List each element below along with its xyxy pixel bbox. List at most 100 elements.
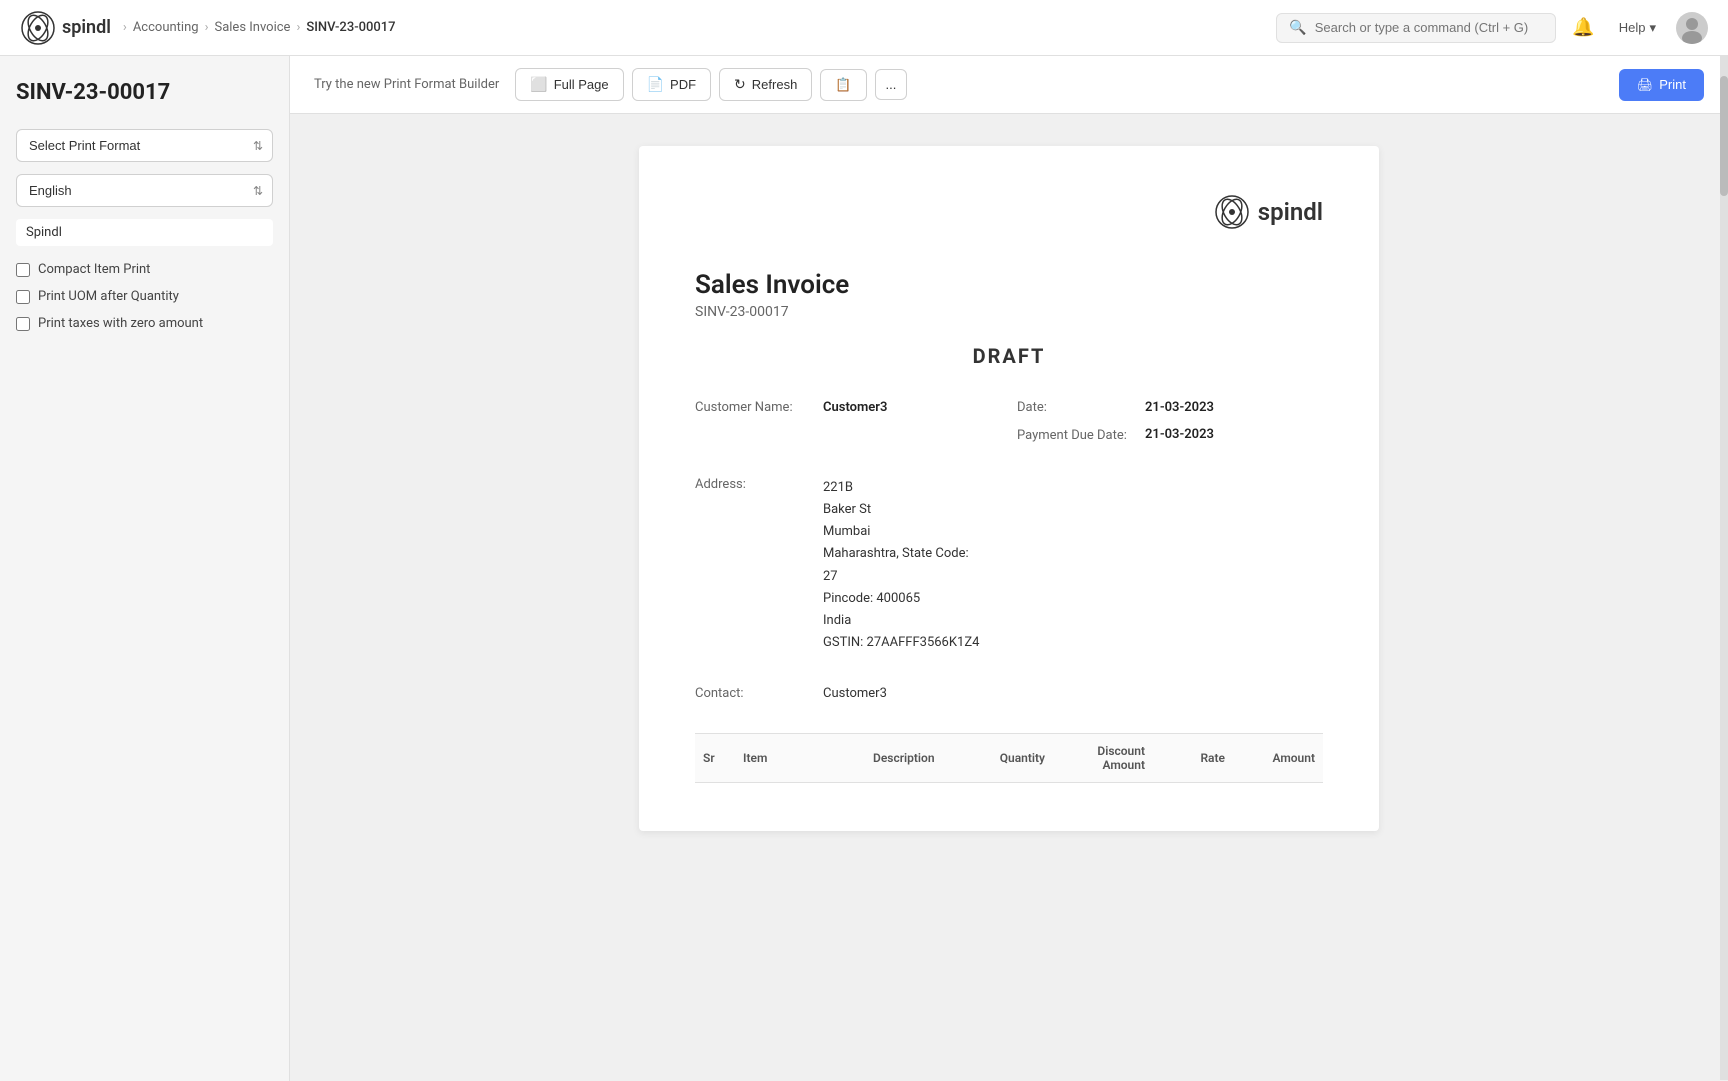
- print-button[interactable]: 🖨 Print: [1619, 69, 1704, 101]
- document-icon: 📋: [835, 77, 851, 93]
- print-uom-input[interactable]: [16, 290, 30, 304]
- breadcrumb-current: SINV-23-00017: [306, 20, 395, 35]
- checkbox-group: Compact Item Print Print UOM after Quant…: [16, 262, 273, 331]
- language-select[interactable]: English: [16, 174, 273, 207]
- invoice-paper: spindl Sales Invoice SINV-23-00017 DRAFT…: [639, 146, 1379, 831]
- address-line: GSTIN: 27AAFFF3566K1Z4: [823, 632, 979, 654]
- logo-text: spindl: [62, 17, 111, 38]
- breadcrumb-sep-2: ›: [296, 20, 300, 35]
- refresh-icon: ↻: [734, 76, 746, 93]
- customer-name-label: Customer Name:: [695, 400, 815, 415]
- contact-value: Customer3: [823, 686, 887, 701]
- compact-item-print-input[interactable]: [16, 263, 30, 277]
- company-logo-text: spindl: [1258, 198, 1323, 226]
- help-chevron-icon: ▾: [1649, 20, 1656, 36]
- breadcrumb-accounting[interactable]: Accounting: [133, 20, 199, 35]
- full-page-icon: ⬜: [530, 76, 547, 93]
- customer-name-row: Customer Name: Customer3: [695, 400, 1001, 445]
- invoice-info-grid: Customer Name: Customer3 Date: 21-03-202…: [695, 400, 1323, 445]
- compact-item-print-checkbox[interactable]: Compact Item Print: [16, 262, 273, 277]
- content-area: Try the new Print Format Builder ⬜ Full …: [290, 56, 1728, 1081]
- top-navigation: spindl › Accounting › Sales Invoice › SI…: [0, 0, 1728, 56]
- address-line: Mumbai: [823, 521, 979, 543]
- address-line: India: [823, 610, 979, 632]
- address-line: 221B: [823, 477, 979, 499]
- print-taxes-input[interactable]: [16, 317, 30, 331]
- pdf-label: PDF: [670, 77, 696, 92]
- main-layout: SINV-23-00017 Select Print Format ⇅ Engl…: [0, 56, 1728, 1081]
- search-input[interactable]: [1315, 20, 1544, 35]
- customer-name-info: Customer Name: Customer3: [695, 400, 1001, 415]
- refresh-button[interactable]: ↻ Refresh: [719, 68, 812, 101]
- contact-label: Contact:: [695, 686, 815, 701]
- more-options-button[interactable]: ...: [875, 69, 908, 100]
- pdf-icon: 📄: [647, 76, 664, 93]
- address-line: Baker St: [823, 499, 979, 521]
- avatar-icon: [1676, 12, 1708, 44]
- document-button[interactable]: 📋: [820, 69, 866, 101]
- col-header-discount: Discount Amount: [1053, 733, 1153, 782]
- breadcrumb-sep-left: ›: [123, 20, 127, 35]
- address-line: Pincode: 400065: [823, 588, 979, 610]
- col-header-description: Description: [865, 733, 973, 782]
- print-format-select[interactable]: Select Print Format: [16, 129, 273, 162]
- payment-due-row: Payment Due Date: 21-03-2023: [1017, 427, 1323, 445]
- address-value: 221BBaker StMumbaiMaharashtra, State Cod…: [823, 477, 979, 654]
- invoice-title: Sales Invoice: [695, 270, 1323, 300]
- print-taxes-checkbox[interactable]: Print taxes with zero amount: [16, 316, 273, 331]
- search-bar[interactable]: 🔍: [1276, 13, 1556, 43]
- spindl-logo-icon: [20, 10, 56, 46]
- compact-item-print-label: Compact Item Print: [38, 262, 150, 277]
- more-options-label: ...: [886, 77, 897, 92]
- customer-name-value: Customer3: [823, 400, 887, 415]
- col-header-amount: Amount: [1233, 733, 1323, 782]
- help-button[interactable]: Help ▾: [1611, 16, 1664, 40]
- payment-due-label: Payment Due Date:: [1017, 427, 1137, 445]
- invoice-id: SINV-23-00017: [695, 304, 1323, 320]
- draft-watermark: DRAFT: [695, 344, 1323, 368]
- company-label: Spindl: [16, 219, 273, 246]
- toolbar: Try the new Print Format Builder ⬜ Full …: [290, 56, 1728, 114]
- breadcrumb: › Accounting › Sales Invoice › SINV-23-0…: [123, 20, 396, 35]
- logo-area[interactable]: spindl: [20, 10, 111, 46]
- user-avatar[interactable]: [1676, 12, 1708, 44]
- print-format-builder-hint: Try the new Print Format Builder: [314, 77, 499, 92]
- address-label: Address:: [695, 477, 815, 654]
- breadcrumb-sep-1: ›: [205, 20, 209, 35]
- company-logo: spindl: [1214, 194, 1323, 230]
- contact-section: Contact: Customer3: [695, 686, 1323, 701]
- language-selector[interactable]: English ⇅: [16, 174, 273, 207]
- breadcrumb-sales-invoice[interactable]: Sales Invoice: [214, 20, 290, 35]
- col-header-item: Item: [735, 733, 865, 782]
- payment-due-value: 21-03-2023: [1145, 427, 1214, 442]
- search-icon: 🔍: [1289, 20, 1306, 36]
- date-info-col: Date: 21-03-2023 Payment Due Date: 21-03…: [1017, 400, 1323, 445]
- help-label: Help: [1619, 20, 1646, 35]
- nav-right: 🔍 🔔 Help ▾: [1276, 12, 1708, 44]
- date-value: 21-03-2023: [1145, 400, 1214, 415]
- table-header-row: Sr Item Description Quantity Discount Am…: [695, 733, 1323, 782]
- print-uom-checkbox[interactable]: Print UOM after Quantity: [16, 289, 273, 304]
- invoice-wrapper: spindl Sales Invoice SINV-23-00017 DRAFT…: [290, 114, 1728, 1081]
- address-line: Maharashtra, State Code:: [823, 543, 979, 565]
- print-icon: 🖨: [1637, 77, 1654, 93]
- invoice-table: Sr Item Description Quantity Discount Am…: [695, 733, 1323, 783]
- scrollbar-thumb[interactable]: [1720, 76, 1728, 196]
- address-section: Address: 221BBaker StMumbaiMaharashtra, …: [695, 477, 1323, 654]
- address-line: 27: [823, 566, 979, 588]
- pdf-button[interactable]: 📄 PDF: [632, 68, 711, 101]
- full-page-label: Full Page: [554, 77, 609, 92]
- col-header-rate: Rate: [1153, 733, 1233, 782]
- full-page-button[interactable]: ⬜ Full Page: [515, 68, 623, 101]
- scrollbar-track[interactable]: [1720, 56, 1728, 1080]
- date-label: Date:: [1017, 400, 1137, 415]
- date-row: Date: 21-03-2023: [1017, 400, 1323, 415]
- print-taxes-label: Print taxes with zero amount: [38, 316, 203, 331]
- notification-bell-button[interactable]: 🔔: [1568, 13, 1598, 42]
- company-logo-icon: [1214, 194, 1250, 230]
- print-format-selector[interactable]: Select Print Format ⇅: [16, 129, 273, 162]
- refresh-label: Refresh: [752, 77, 798, 92]
- col-header-sr: Sr: [695, 733, 735, 782]
- invoice-header: spindl: [695, 194, 1323, 230]
- print-uom-label: Print UOM after Quantity: [38, 289, 179, 304]
